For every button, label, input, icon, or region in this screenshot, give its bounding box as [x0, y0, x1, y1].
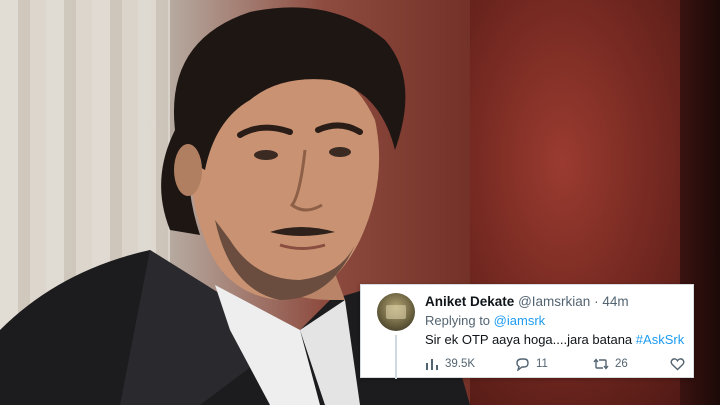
bar-chart-icon	[425, 357, 439, 371]
heart-icon	[670, 357, 685, 371]
avatar[interactable]	[377, 293, 415, 331]
retweet-count: 26	[615, 358, 628, 370]
tweet-time[interactable]: 44m	[602, 294, 628, 309]
tweet-card[interactable]: Aniket Dekate @Iamsrkian · 44m Replying …	[360, 284, 694, 379]
hashtag-link[interactable]: #AskSrk	[636, 332, 684, 347]
tweet-text: Sir ek OTP aaya hoga....jara batana #Ask…	[425, 332, 684, 347]
replying-to-line: Replying to @iamsrk	[425, 313, 545, 328]
replying-prefix: Replying to	[425, 313, 491, 328]
thread-line	[395, 335, 397, 379]
reply-count: 11	[536, 358, 548, 370]
views-count: 39.5K	[445, 358, 476, 370]
author-name[interactable]: Aniket Dekate	[425, 294, 514, 309]
retweet-button[interactable]: 26	[593, 355, 628, 373]
like-button[interactable]	[670, 355, 691, 373]
replying-to-link[interactable]: @iamsrk	[494, 313, 545, 328]
tweet-actions: 39.5K 11 26	[425, 355, 687, 373]
tweet-body: Sir ek OTP aaya hoga....jara batana	[425, 332, 633, 347]
tweet-header: Aniket Dekate @Iamsrkian · 44m	[425, 294, 629, 309]
retweet-icon	[593, 357, 609, 371]
views-button[interactable]: 39.5K	[425, 355, 475, 373]
reply-button[interactable]: 11	[515, 355, 548, 373]
speech-bubble-icon	[515, 357, 530, 371]
author-handle[interactable]: @Iamsrkian	[518, 294, 590, 309]
separator-dot: ·	[594, 294, 599, 309]
